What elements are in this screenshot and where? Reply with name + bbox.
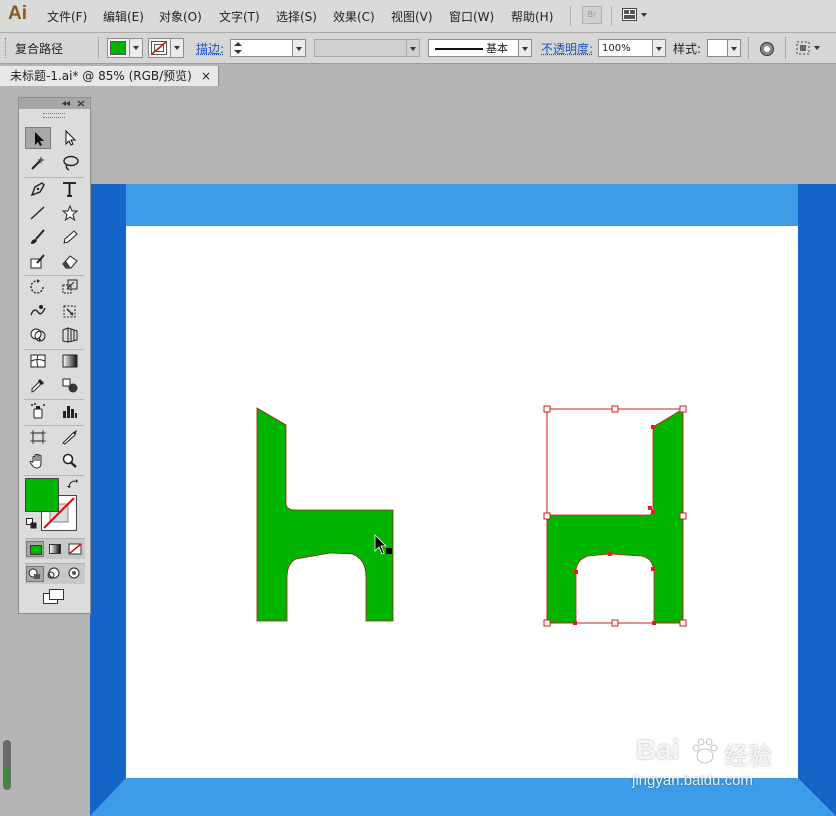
draw-normal-icon	[28, 568, 40, 579]
star-tool-button[interactable]	[57, 202, 83, 224]
panel-grip[interactable]	[43, 113, 65, 118]
slice-knife-icon	[62, 429, 77, 445]
hand-icon	[29, 454, 42, 469]
none-icon	[68, 543, 82, 555]
paw-logo-icon	[692, 738, 718, 764]
default-fill-stroke-icon[interactable]	[26, 518, 37, 529]
hand-tool-button[interactable]	[25, 450, 51, 472]
paintbrush-tool-button[interactable]	[25, 226, 51, 248]
artwork-layer	[256, 405, 687, 627]
magic-wand-icon	[31, 156, 45, 170]
scale-tool-button[interactable]	[57, 276, 83, 298]
artboard-icon	[30, 430, 46, 444]
tools-panel-header[interactable]	[19, 98, 90, 109]
blend-tool-button[interactable]	[57, 374, 83, 396]
lasso-icon	[63, 155, 79, 171]
slice-tool-button[interactable]	[57, 426, 83, 448]
column-graph-tool-button[interactable]	[57, 400, 83, 422]
pen-tool-button[interactable]	[25, 178, 51, 200]
line-tool-button[interactable]	[25, 202, 51, 224]
pencil-icon	[63, 230, 78, 244]
watermark: Bai 经验 jingyan.baidu.com	[632, 734, 792, 794]
type-t-icon	[63, 182, 76, 197]
shape-builder-icon	[30, 328, 46, 342]
eraser-icon	[62, 255, 78, 269]
draw-inside-icon	[68, 567, 80, 579]
star-icon	[61, 205, 79, 221]
symbol-sprayer-tool-button[interactable]	[25, 400, 51, 422]
gradient-mode-button[interactable]	[46, 541, 64, 557]
mesh-icon	[30, 354, 46, 368]
color-mode-button[interactable]	[26, 541, 44, 557]
screen-mode-icon[interactable]	[43, 589, 65, 605]
scroll-indicator-thumb[interactable]	[4, 766, 10, 788]
fill-swatch[interactable]	[25, 478, 59, 512]
warp-tool-button[interactable]	[25, 300, 51, 322]
column-graph-icon	[63, 406, 77, 418]
warp-icon	[30, 305, 46, 316]
gradient-tool-button[interactable]	[57, 350, 83, 372]
close-panel-icon[interactable]	[77, 100, 85, 107]
watermark-url: jingyan.baidu.com	[632, 772, 753, 789]
draw-behind-icon	[47, 567, 60, 579]
eraser-tool-button[interactable]	[57, 250, 83, 272]
fill-mode-buttons	[25, 538, 85, 559]
direct-selection-tool-button[interactable]	[57, 127, 83, 149]
none-mode-button[interactable]	[66, 541, 84, 557]
divider	[24, 475, 84, 476]
rotate-tool-button[interactable]	[25, 276, 51, 298]
rotate-icon	[30, 279, 44, 294]
scale-icon	[62, 279, 78, 294]
free-transform-tool-button[interactable]	[57, 300, 83, 322]
pencil-tool-button[interactable]	[57, 226, 83, 248]
selection-arrow-icon	[35, 132, 44, 146]
draw-mode-buttons	[25, 563, 85, 584]
lasso-tool-button[interactable]	[57, 152, 83, 174]
gradient-icon	[62, 354, 78, 368]
zoom-tool-button[interactable]	[57, 450, 83, 472]
draw-behind-button[interactable]	[46, 566, 64, 582]
artboard-tool-button[interactable]	[25, 426, 51, 448]
right-compound-path[interactable]	[546, 408, 684, 624]
left-compound-path[interactable]	[256, 407, 394, 622]
line-segment-icon	[30, 206, 45, 220]
eyedropper-icon	[31, 379, 44, 393]
blob-brush-tool-button[interactable]	[25, 250, 51, 272]
selection-tool-button[interactable]	[25, 127, 51, 149]
free-transform-icon	[63, 305, 76, 318]
paintbrush-icon	[31, 229, 45, 244]
mesh-tool-button[interactable]	[25, 350, 51, 372]
type-tool-button[interactable]	[57, 178, 83, 200]
symbol-sprayer-icon	[31, 403, 45, 419]
pen-nib-icon	[30, 182, 45, 197]
swap-fill-stroke-icon[interactable]	[67, 479, 79, 490]
blend-icon	[62, 378, 78, 393]
magic-wand-tool-button[interactable]	[25, 152, 51, 174]
shape-builder-tool-button[interactable]	[25, 324, 51, 346]
draw-normal-button[interactable]	[26, 566, 44, 582]
perspective-grid-icon	[62, 327, 78, 343]
direct-selection-arrow-icon	[65, 130, 77, 146]
watermark-brand: Bai	[636, 734, 680, 765]
blob-brush-icon	[30, 254, 45, 269]
draw-inside-button[interactable]	[66, 566, 84, 582]
eyedropper-tool-button[interactable]	[25, 374, 51, 396]
magnifier-icon	[62, 453, 77, 468]
watermark-cn: 经验	[724, 742, 772, 770]
tools-panel	[18, 97, 91, 614]
collapse-panel-icon[interactable]	[61, 100, 71, 107]
perspective-grid-tool-button[interactable]	[57, 324, 83, 346]
